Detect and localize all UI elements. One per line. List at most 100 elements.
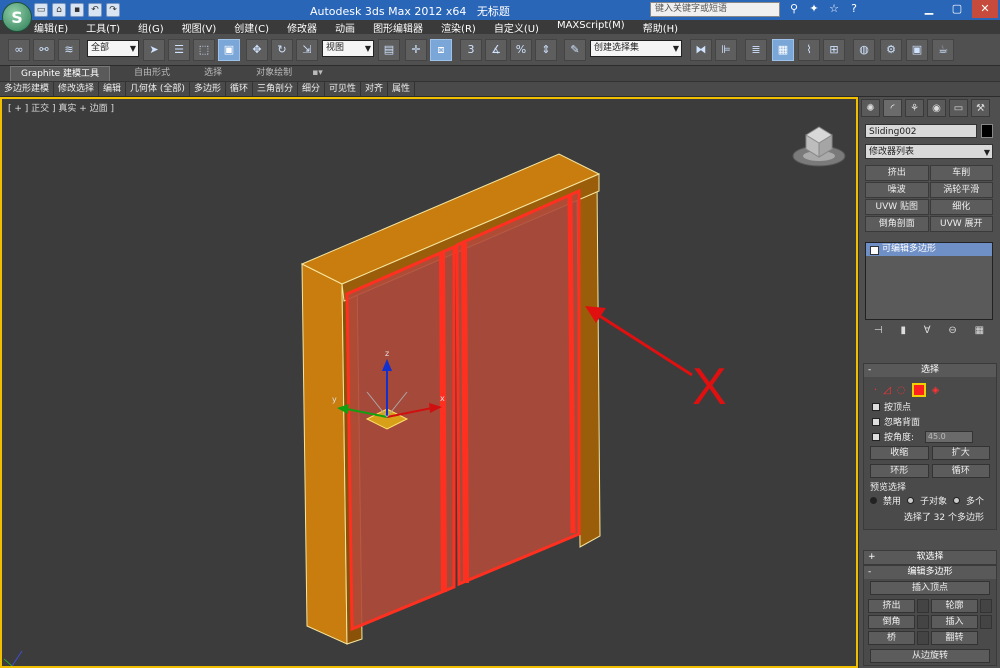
named-selection-dropdown[interactable]: 创建选择集 ▼ — [590, 40, 682, 57]
keyboard-shortcut-override-icon[interactable]: ⧈ — [430, 39, 452, 61]
rectangular-selection-icon[interactable]: ⬚ — [193, 39, 215, 61]
inset-button[interactable]: 插入 — [931, 615, 978, 629]
loop-button[interactable]: 循环 — [931, 464, 990, 478]
hierarchy-tab-icon[interactable]: ⚘ — [905, 99, 924, 117]
polygon-level-icon[interactable] — [911, 383, 926, 397]
insert-vertex-button[interactable]: 插入顶点 — [870, 581, 990, 595]
new-file-icon[interactable]: ▭ — [34, 3, 48, 17]
layer-manager-icon[interactable]: ≣ — [745, 39, 767, 61]
scale-icon[interactable]: ⇲ — [296, 39, 318, 61]
pin-stack-icon[interactable]: ⊣ — [874, 325, 883, 341]
ribbon-geometry-all[interactable]: 几何体 (全部) — [126, 82, 190, 96]
bind-space-warp-icon[interactable]: ≋ — [58, 39, 80, 61]
star-icon[interactable]: ☆ — [827, 2, 841, 16]
menu-customize[interactable]: 自定义(U) — [494, 20, 539, 35]
app-logo[interactable]: S — [2, 2, 32, 32]
select-manipulate-icon[interactable]: ✛ — [405, 39, 427, 61]
curve-editor-icon[interactable]: ⌇ — [798, 39, 820, 61]
outline-button[interactable]: 轮廓 — [931, 599, 978, 613]
align-icon[interactable]: ⊫ — [715, 39, 737, 61]
radio-disabled[interactable] — [870, 496, 877, 504]
spinner-snap-icon[interactable]: ⇕ — [535, 39, 557, 61]
radio-subobj[interactable] — [907, 496, 915, 504]
unwrap-uvw-mod-button[interactable]: UVW 展开 — [929, 216, 993, 232]
make-unique-icon[interactable]: ∀ — [924, 325, 931, 341]
menu-tools[interactable]: 工具(T) — [86, 20, 120, 35]
utilities-tab-icon[interactable]: ⚒ — [971, 99, 990, 117]
modify-tab-icon[interactable]: ◜ — [883, 99, 902, 117]
open-file-icon[interactable]: ⌂ — [52, 3, 66, 17]
viewcube[interactable] — [792, 126, 846, 167]
border-level-icon[interactable]: ◌ — [897, 385, 906, 396]
percent-snap-icon[interactable]: % — [510, 39, 532, 61]
bevel-settings-icon[interactable] — [917, 615, 929, 629]
minimize-button[interactable]: ▁ — [916, 0, 942, 18]
radio-multi[interactable] — [953, 496, 961, 504]
object-name-field[interactable]: Sliding002 — [865, 124, 977, 138]
hinge-from-edge-button[interactable]: 从边旋转 — [870, 649, 990, 663]
ribbon-tris[interactable]: 三角剖分 — [253, 82, 298, 96]
ribbon-loops[interactable]: 循环 — [226, 82, 253, 96]
snap-toggle-icon[interactable]: 3 — [460, 39, 482, 61]
schematic-view-icon[interactable]: ⊞ — [823, 39, 845, 61]
edit-polygons-header[interactable]: - 编辑多边形 — [864, 566, 996, 579]
by-vertex-checkbox[interactable]: 按顶点 — [864, 399, 996, 414]
modifier-stack[interactable]: 可编辑多边形 — [865, 242, 993, 320]
bevel-button[interactable]: 倒角 — [868, 615, 915, 629]
inset-settings-icon[interactable] — [980, 615, 992, 629]
ribbon-options-icon[interactable]: ▪▾ — [302, 66, 333, 81]
move-icon[interactable]: ✥ — [246, 39, 268, 61]
menu-views[interactable]: 视图(V) — [182, 20, 217, 35]
turbosmooth-mod-button[interactable]: 涡轮平滑 — [929, 182, 993, 198]
configure-sets-icon[interactable]: ▦ — [975, 325, 984, 341]
modifier-list-dropdown[interactable]: 修改器列表 ▼ — [865, 144, 993, 159]
perspective-viewport[interactable]: [ + ] 正交 ] 真实 + 边面 ] z x y X — [0, 97, 858, 668]
ribbon-align[interactable]: 对齐 — [361, 82, 389, 96]
ribbon-polygon-modeling[interactable]: 多边形建模 — [0, 82, 55, 96]
tab-freeform[interactable]: 自由形式 — [124, 66, 180, 81]
create-tab-icon[interactable]: ✺ — [861, 99, 880, 117]
maximize-button[interactable]: ▢ — [944, 0, 970, 18]
angle-snap-icon[interactable]: ∡ — [485, 39, 507, 61]
menu-group[interactable]: 组(G) — [138, 20, 164, 35]
menu-edit[interactable]: 编辑(E) — [34, 20, 68, 35]
menu-modifiers[interactable]: 修改器 — [287, 20, 317, 35]
soft-selection-header[interactable]: + 软选择 — [864, 551, 996, 564]
door-panel-left[interactable] — [345, 244, 456, 632]
close-button[interactable]: ✕ — [972, 0, 998, 18]
menu-graph-editors[interactable]: 图形编辑器 — [373, 20, 423, 35]
window-crossing-icon[interactable]: ▣ — [218, 39, 240, 61]
menu-create[interactable]: 创建(C) — [234, 20, 269, 35]
selection-rollout-header[interactable]: - 选择 — [864, 364, 996, 377]
element-level-icon[interactable]: ◈ — [932, 385, 940, 396]
stack-item-editable-poly[interactable]: 可编辑多边形 — [866, 243, 992, 256]
render-setup-icon[interactable]: ⚙ — [880, 39, 902, 61]
reference-coord-dropdown[interactable]: 视图 ▼ — [322, 40, 374, 57]
shrink-button[interactable]: 收缩 — [870, 446, 929, 460]
edit-named-selection-icon[interactable]: ✎ — [564, 39, 586, 61]
menu-maxscript[interactable]: MAXScript(M) — [557, 20, 625, 34]
ribbon-subdivision[interactable]: 细分 — [298, 82, 325, 96]
extrude-settings-icon[interactable] — [917, 599, 929, 613]
angle-spinner[interactable]: 45.0 — [924, 430, 973, 443]
ignore-backfacing-checkbox[interactable]: 忽略背面 — [864, 414, 996, 429]
lathe-mod-button[interactable]: 车削 — [929, 165, 993, 181]
menu-help[interactable]: 帮助(H) — [643, 20, 678, 35]
graphite-toggle-icon[interactable]: ▦ — [772, 39, 794, 61]
grow-button[interactable]: 扩大 — [931, 446, 990, 460]
select-object-icon[interactable]: ➤ — [143, 39, 165, 61]
help-search-input[interactable]: 键入关键字或短语 — [650, 2, 780, 17]
ribbon-visibility[interactable]: 可见性 — [325, 82, 362, 96]
help-icon[interactable]: ? — [847, 2, 861, 16]
undo-icon[interactable]: ↶ — [88, 3, 102, 17]
ribbon-properties[interactable]: 属性 — [388, 82, 416, 96]
select-by-name-icon[interactable]: ☰ — [168, 39, 190, 61]
redo-icon[interactable]: ↷ — [106, 3, 120, 17]
unlink-icon[interactable]: ⚯ — [33, 39, 55, 61]
bridge-settings-icon[interactable] — [917, 631, 929, 645]
tools-icon[interactable]: ✦ — [807, 2, 821, 16]
motion-tab-icon[interactable]: ◉ — [927, 99, 946, 117]
rendered-frame-icon[interactable]: ▣ — [906, 39, 928, 61]
door-panel-right[interactable] — [455, 188, 581, 587]
uvw-map-mod-button[interactable]: UVW 贴图 — [865, 199, 929, 215]
